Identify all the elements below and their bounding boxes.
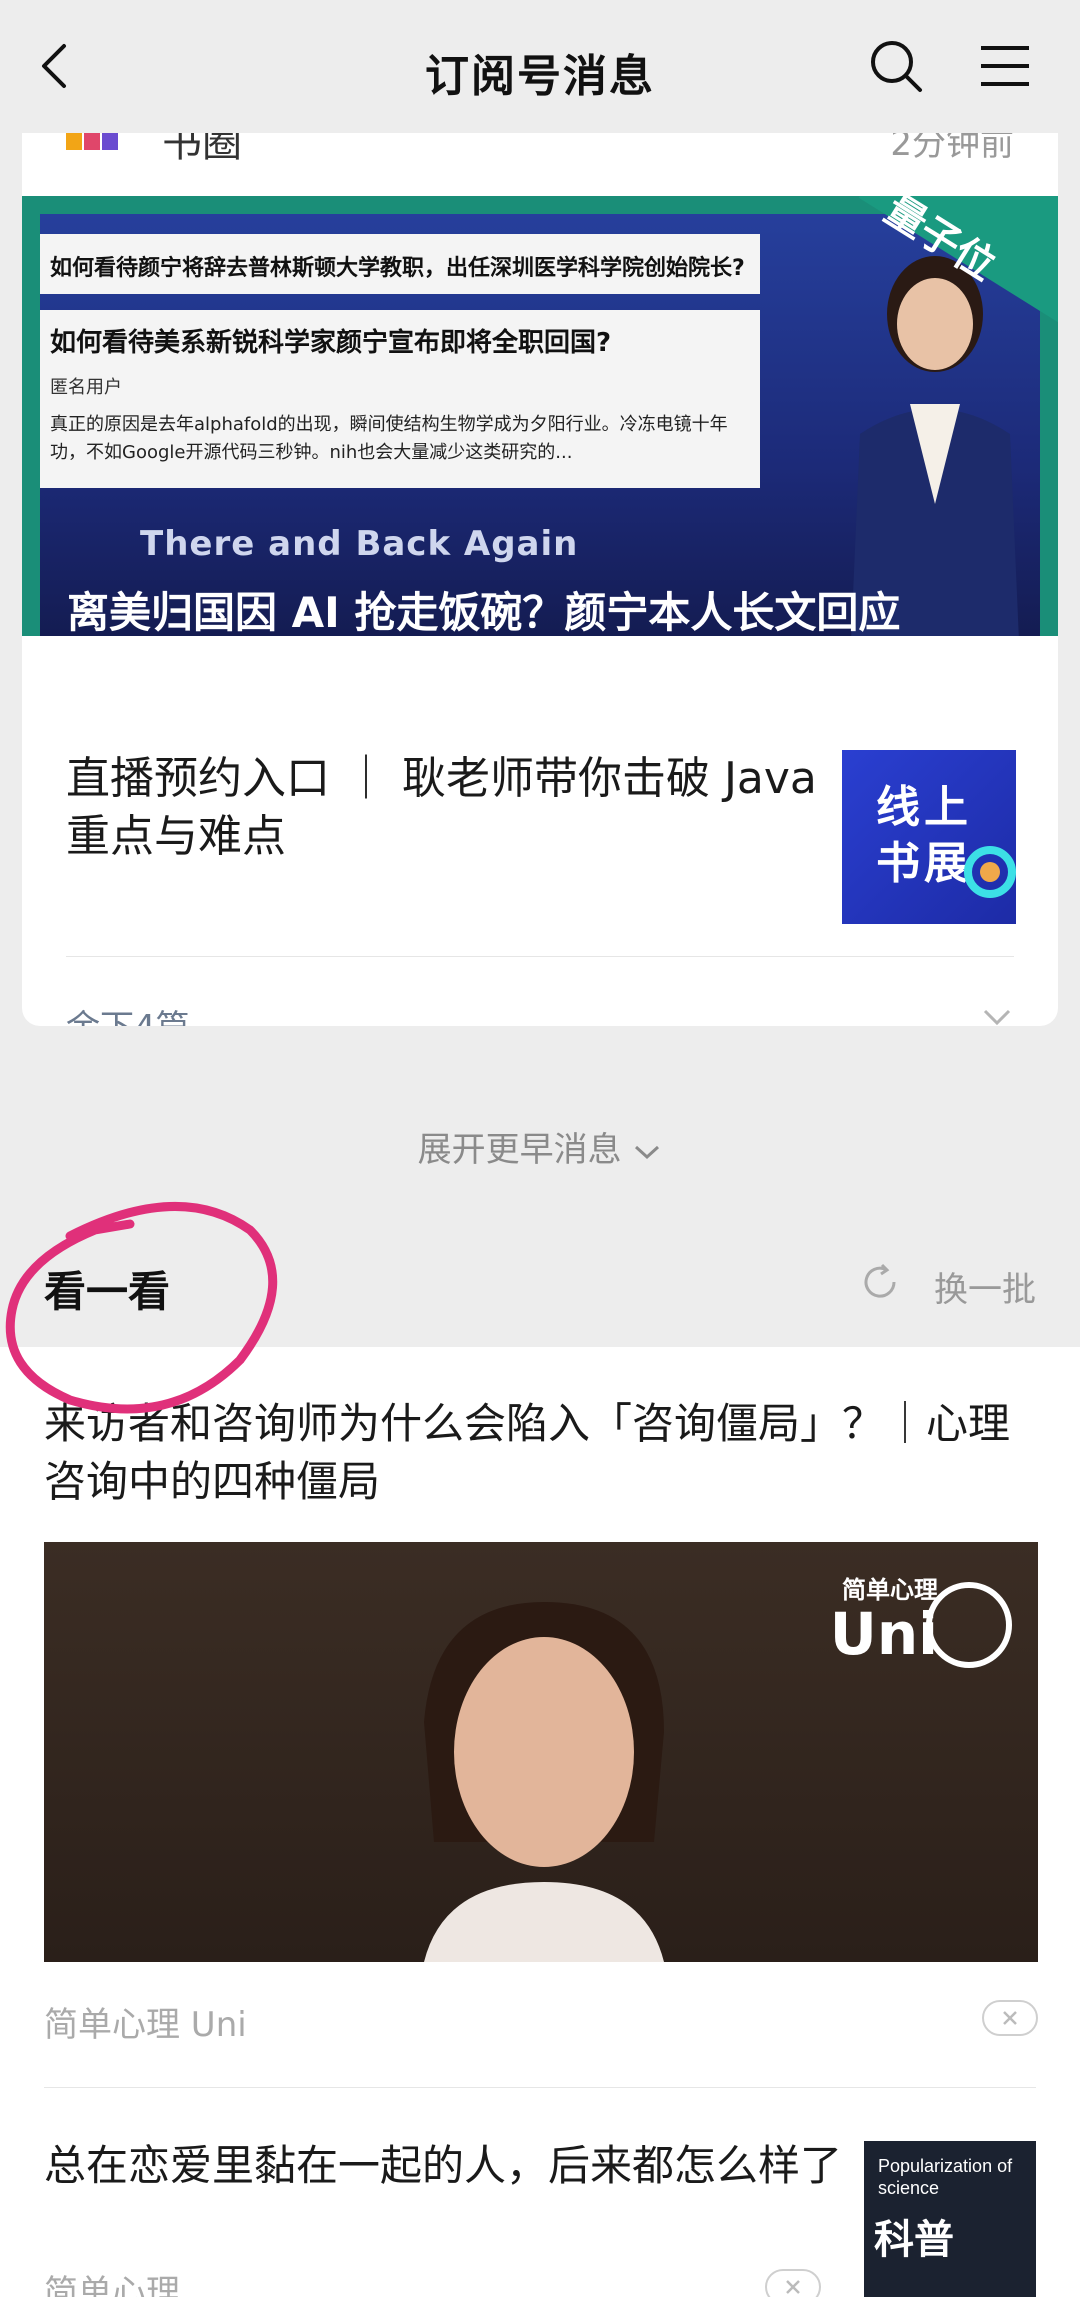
feed-item-title[interactable]: 总在恋爱里黏在一起的人，后来都怎么样了 (44, 2137, 844, 2195)
feed-list: 来访者和咨询师为什么会陷入「咨询僵局」？｜心理咨询中的四种僵局 简单心理 Uni… (0, 1347, 1080, 2297)
feed-item-title[interactable]: 来访者和咨询师为什么会陷入「咨询僵局」？｜心理咨询中的四种僵局 (44, 1395, 1044, 1511)
brand-logo-icon (926, 1582, 1012, 1668)
hero-question-2-body: 真正的原因是去年alphafold的出现，瞬间使结构生物学成为夕阳行业。冷冻电镜… (50, 414, 728, 463)
expand-earlier-button[interactable]: 展开更早消息 (0, 1122, 1080, 1171)
thumbnail-text-cn: 科普 (874, 2217, 954, 2263)
article-title[interactable]: 直播预约入口 ｜ 耿老师带你击破 Java 重点与难点 (66, 750, 826, 866)
look-title: 看一看 (44, 1267, 171, 1316)
thumbnail-text-en: Popularization of science (878, 2156, 1013, 2198)
hero-title: 离美归国因 AI 抢走饭碗？颜宁本人长文回应 (67, 588, 901, 636)
refresh-icon[interactable] (860, 1262, 900, 1302)
hero-question-2: 如何看待美系新锐科学家颜宁宣布即将全职回国? 匿名用户 真正的原因是去年alph… (40, 310, 760, 488)
hero-image: 如何看待颜宁将辞去普林斯顿大学教职，出任深圳医学科学院创始院长? 如何看待美系新… (40, 214, 1040, 636)
refresh-button[interactable]: 换一批 (934, 1262, 1036, 1311)
feed-image-brand: Uni (829, 1600, 938, 1668)
hero-slide-text: There and Back Again (140, 524, 579, 564)
dismiss-button[interactable] (982, 2000, 1038, 2036)
feed-item-source[interactable]: 简单心理 Uni (44, 1997, 247, 2046)
divider (66, 956, 1014, 957)
hero-article[interactable]: 如何看待颜宁将辞去普林斯顿大学教职，出任深圳医学科学院创始院长? 如何看待美系新… (22, 196, 1058, 636)
chevron-down-icon (635, 1145, 660, 1159)
feed-item-thumbnail[interactable]: Popularization of science 科普 (864, 2141, 1036, 2297)
thumbnail-decoration-icon (964, 846, 1016, 898)
dismiss-button[interactable] (765, 2269, 821, 2297)
expand-earlier-label: 展开更早消息 (417, 1130, 622, 1170)
person-illustration (851, 256, 1019, 636)
message-card: 书圈 2分钟前 如何看待颜宁将辞去普林斯顿大学教职，出任深圳医学科学院创始院长?… (22, 60, 1058, 1026)
nav-bar: 订阅号消息 (0, 0, 1080, 133)
search-icon[interactable] (866, 36, 926, 96)
look-section-header: 看一看 换一批 (0, 1230, 1080, 1345)
feed-item-source[interactable]: 简单心理 (44, 2265, 180, 2297)
hero-question-1: 如何看待颜宁将辞去普林斯顿大学教职，出任深圳医学科学院创始院长? (40, 234, 760, 294)
menu-icon[interactable] (975, 36, 1035, 96)
feed-item-image[interactable]: 简单心理 Uni (44, 1542, 1038, 1962)
close-icon (1003, 2011, 1017, 2025)
chevron-down-icon[interactable] (982, 1006, 1012, 1026)
hero-question-2-user: 匿名用户 (50, 377, 122, 398)
divider (44, 2087, 1036, 2088)
close-icon (786, 2280, 800, 2294)
article-thumbnail[interactable]: 线上书展 (842, 750, 1016, 924)
remaining-articles[interactable]: 余下4篇 (66, 1000, 190, 1026)
hero-question-2-title: 如何看待美系新锐科学家颜宁宣布即将全职回国? (50, 328, 612, 358)
portrait-illustration (424, 1602, 664, 1962)
